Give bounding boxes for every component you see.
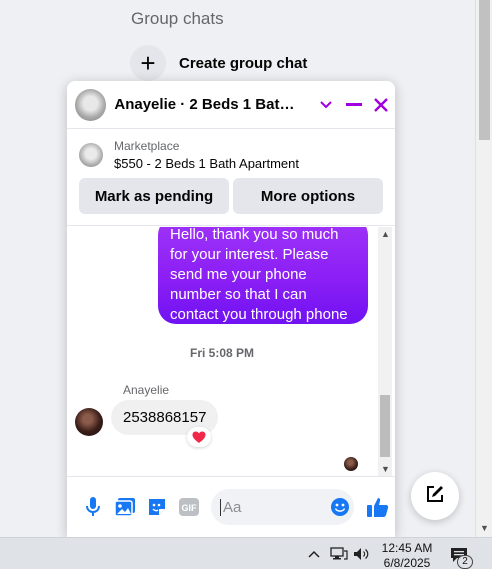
create-group-chat-row[interactable]: + Create group chat — [130, 45, 307, 81]
listing-avatar[interactable] — [75, 88, 107, 121]
thumbs-up-icon[interactable] — [362, 491, 394, 523]
chat-window: Anayelie · 2 Beds 1 Bath A... Marketplac… — [67, 81, 395, 537]
more-options-button[interactable]: More options — [233, 178, 383, 214]
compose-icon — [425, 484, 445, 509]
close-icon[interactable] — [368, 91, 395, 119]
marketplace-label: Marketplace — [114, 139, 180, 153]
svg-text:GIF: GIF — [182, 503, 198, 513]
mark-as-pending-button[interactable]: Mark as pending — [79, 178, 229, 214]
heart-reaction-icon[interactable] — [187, 427, 211, 447]
group-chats-heading: Group chats — [131, 9, 224, 28]
scroll-down-arrow-icon[interactable]: ▼ — [381, 464, 390, 474]
taskbar: 12:45 AM 6/8/2025 2 — [0, 537, 492, 569]
gif-icon[interactable]: GIF — [173, 491, 205, 523]
time-separator: Fri 5:08 PM — [189, 346, 255, 360]
sticker-icon[interactable] — [141, 491, 173, 523]
photo-icon[interactable] — [109, 491, 141, 523]
chat-title[interactable]: Anayelie · 2 Beds 1 Bath A... — [114, 96, 302, 113]
emoji-icon[interactable] — [326, 491, 354, 523]
outgoing-message-bubble[interactable]: Hello, thank you so much for your intere… — [158, 227, 368, 324]
clock-date: 6/8/2025 — [383, 556, 431, 569]
sender-name: Anayelie — [123, 383, 170, 397]
minimize-icon[interactable] — [340, 91, 367, 119]
microphone-icon[interactable] — [77, 491, 109, 523]
composer-bar: GIF — [67, 476, 395, 537]
message-scrollbar[interactable]: ▲ ▼ — [378, 227, 392, 476]
clock[interactable]: 12:45 AM 6/8/2025 — [377, 541, 437, 569]
plus-icon: + — [130, 45, 166, 81]
page-scrollbar-thumb[interactable] — [479, 0, 490, 140]
notification-count-badge: 2 — [457, 555, 473, 569]
new-message-button[interactable] — [411, 472, 459, 520]
page-scrollbar[interactable]: ▼ — [475, 0, 492, 537]
seen-indicator-avatar — [344, 457, 358, 471]
clock-time: 12:45 AM — [381, 541, 433, 555]
scroll-down-arrow-icon[interactable]: ▼ — [480, 523, 489, 533]
chevron-down-icon[interactable] — [313, 91, 340, 119]
message-thread[interactable]: Hello, thank you so much for your intere… — [67, 227, 395, 476]
chevron-up-icon[interactable]: ▲ — [381, 229, 390, 239]
create-group-chat-label: Create group chat — [179, 54, 308, 72]
message-input-wrapper[interactable] — [211, 489, 354, 525]
chevron-up-icon[interactable] — [305, 546, 323, 562]
message-input[interactable] — [220, 498, 324, 516]
message-scrollbar-thumb[interactable] — [380, 395, 390, 457]
chat-header: Anayelie · 2 Beds 1 Bath A... — [67, 81, 395, 129]
marketplace-listing-panel: Marketplace $550 - 2 Beds 1 Bath Apartme… — [67, 129, 395, 226]
volume-icon[interactable] — [353, 546, 371, 562]
listing-title[interactable]: $550 - 2 Beds 1 Bath Apartment — [114, 156, 299, 171]
listing-thumbnail[interactable] — [79, 143, 103, 167]
avatar[interactable] — [75, 408, 103, 436]
network-icon[interactable] — [330, 546, 348, 562]
